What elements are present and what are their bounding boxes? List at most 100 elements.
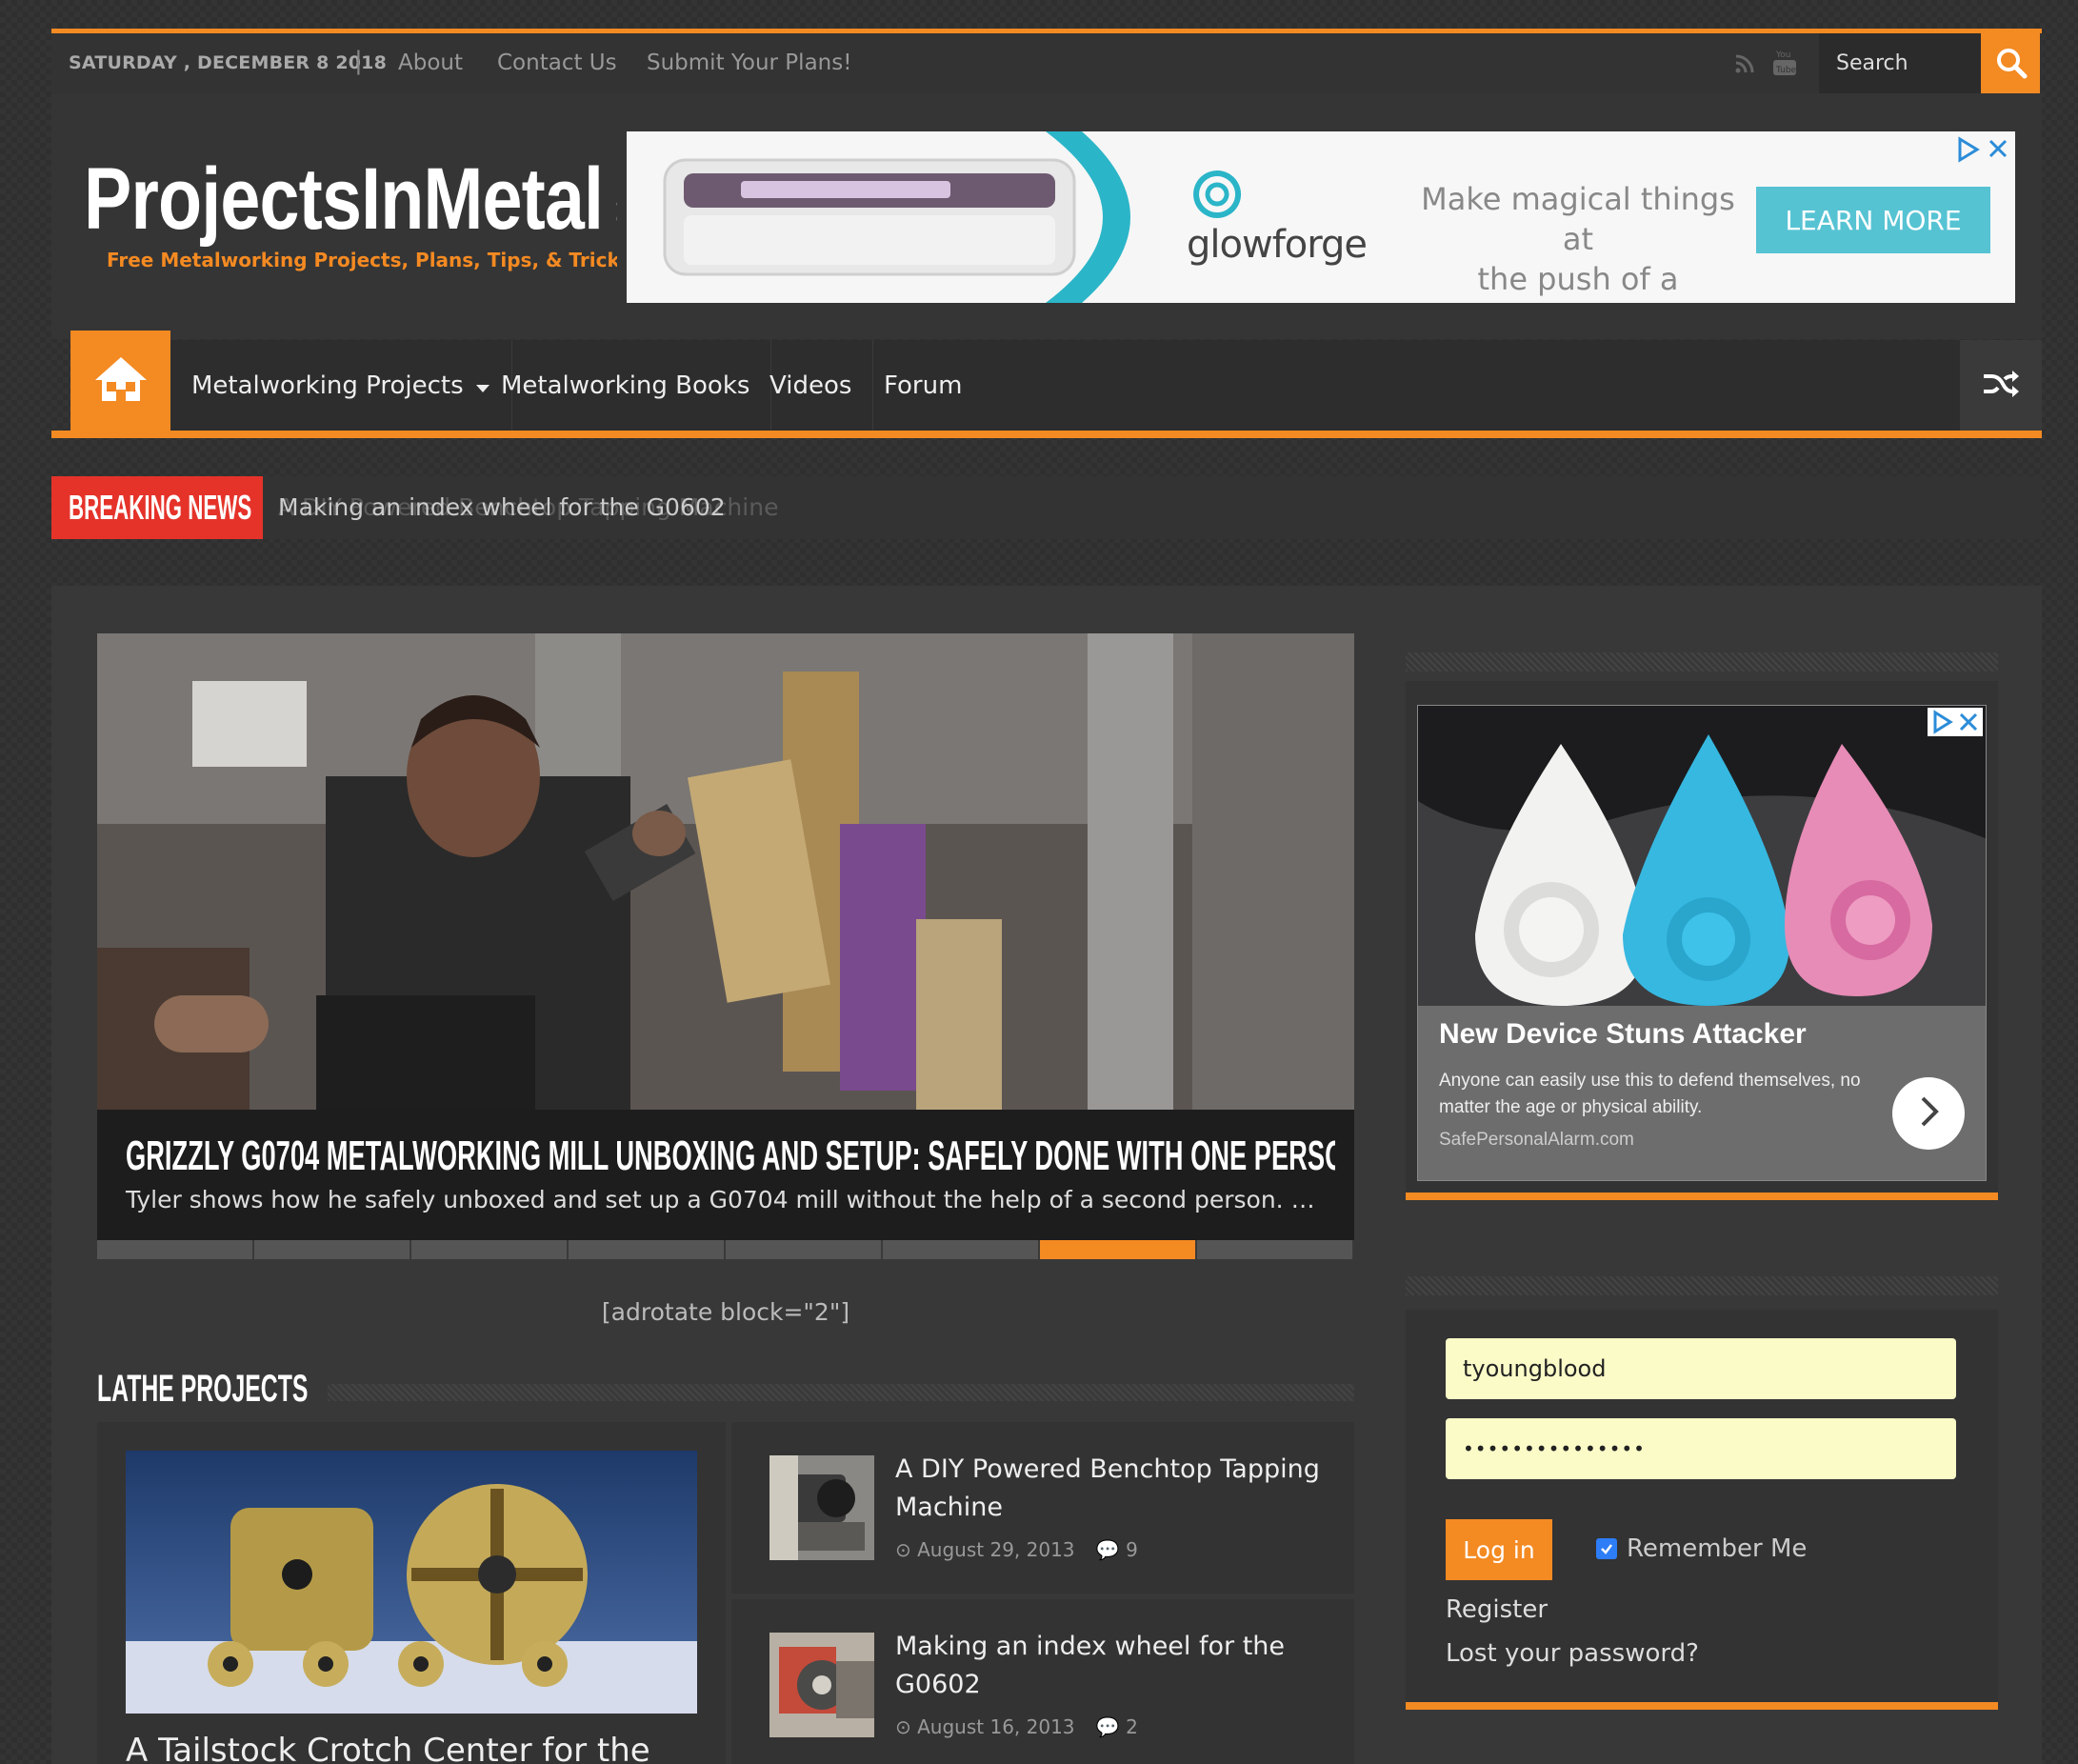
sidebar-ad-widget: New Device Stuns Attacker Anyone can eas… [1406,681,1998,1200]
username-field[interactable]: tyoungblood [1446,1338,1956,1399]
slider-dot[interactable] [1197,1240,1354,1259]
breaking-news-label-text: BREAKING NEWS [69,488,252,527]
nav-item-videos[interactable]: Videos [749,340,874,431]
top-link-contact[interactable]: Contact Us [497,50,617,75]
sidebar-widget-header [1406,652,1998,672]
ad-headline-line-1: Make magical things at [1421,181,1735,257]
nav-item-forum[interactable]: Forum [863,340,983,431]
lost-password-link[interactable]: Lost your password? [1446,1639,1699,1668]
date-divider: | [354,47,363,75]
adchoices-icon[interactable] [1954,135,1983,168]
slider-dot-active[interactable] [1040,1240,1197,1259]
remember-me-checkbox[interactable] [1596,1538,1617,1559]
post-meta: ⊙ August 29, 2013 💬 9 [895,1538,1138,1561]
search-input[interactable]: Search [1836,51,1908,75]
home-button[interactable] [70,331,170,431]
slider-dot[interactable] [569,1240,726,1259]
slide-title-wrap: GRIZZLY G0704 METALWORKING MILL UNBOXING… [126,1133,1335,1180]
top-banner-ad[interactable]: glowforge Make magical things at the pus… [627,131,2015,303]
youtube-icon[interactable]: You Tube [1771,47,1798,81]
featured-lathe-title[interactable]: A Tailstock Crotch Center for the [126,1732,650,1764]
list-item[interactable]: A DIY Powered Benchtop Tapping Machine ⊙… [731,1422,1354,1594]
breaking-news-bar: BREAKING NEWS A DIY Powered Benchtop Tap… [51,476,2042,539]
comments-icon: 💬 [1095,1715,1120,1738]
post-date: August 16, 2013 [917,1715,1075,1738]
rss-icon[interactable] [1733,52,1756,79]
post-title[interactable]: A DIY Powered Benchtop Tapping Machine [895,1451,1324,1527]
nav-item-label: Metalworking Projects [191,371,464,400]
search-box[interactable]: Search [1819,33,2040,93]
password-field[interactable]: ••••••••••••••• [1446,1418,1956,1479]
slide-title[interactable]: GRIZZLY G0704 METALWORKING MILL UNBOXING… [126,1133,1335,1180]
slider-dot[interactable] [411,1240,569,1259]
featured-lathe-post[interactable]: A Tailstock Crotch Center for the [97,1422,726,1764]
clock-icon: ⊙ [895,1715,911,1738]
sidebar-ad-next-button[interactable] [1892,1077,1965,1150]
slider-pagination [97,1240,1354,1259]
ad-headline-line-2: the push of a button. [1477,261,1679,303]
slide-caption-panel: GRIZZLY G0704 METALWORKING MILL UNBOXING… [97,1110,1354,1240]
featured-lathe-image[interactable] [126,1451,697,1714]
sidebar-widget-header [1406,1276,1998,1295]
register-link[interactable]: Register [1446,1595,1548,1624]
remember-me-label: Remember Me [1627,1534,1808,1563]
breaking-news-label: BREAKING NEWS [51,476,263,539]
home-icon [93,355,149,407]
top-link-submit-plans[interactable]: Submit Your Plans! [647,50,851,75]
slide-description: Tyler shows how he safely unboxed and se… [126,1186,1315,1213]
adrotate-shortcode: [adrotate block="2"] [601,1298,850,1326]
breaking-news-link[interactable]: Making an index wheel for the G0602 [278,493,726,521]
main-nav: Metalworking Projects Metalworking Books… [70,331,2042,431]
svg-text:.com: .com [610,189,617,251]
sidebar-ad-description: Anyone can easily use this to defend the… [1439,1071,1861,1117]
random-post-button[interactable] [1960,340,2042,431]
adchoices-icon[interactable] [1929,708,1956,740]
top-bar: SATURDAY , DECEMBER 8 2018 | About Conta… [51,29,2042,93]
post-date: August 29, 2013 [917,1538,1075,1561]
ad-headline: Make magical things at the push of a but… [1421,179,1735,303]
shuffle-icon [1982,369,2020,403]
slider-dot[interactable] [254,1240,411,1259]
post-meta: ⊙ August 16, 2013 💬 2 [895,1715,1138,1738]
close-ad-icon[interactable] [1956,709,1981,739]
clock-icon: ⊙ [895,1538,911,1561]
svg-text:ProjectsInMetal: ProjectsInMetal [84,150,603,248]
list-item[interactable]: Making an index wheel for the G0602 ⊙ Au… [731,1599,1354,1764]
comments-icon: 💬 [1095,1538,1120,1561]
lathe-post-list: A DIY Powered Benchtop Tapping Machine ⊙… [731,1422,1354,1764]
post-comment-count[interactable]: 2 [1126,1715,1138,1738]
slider-dot[interactable] [97,1240,254,1259]
slider-dot[interactable] [883,1240,1040,1259]
ad-controls [1928,708,1983,736]
search-button[interactable] [1981,33,2040,93]
close-ad-icon[interactable] [1985,135,2011,166]
sidebar-ad-url[interactable]: SafePersonalAlarm.com [1439,1130,1634,1151]
nav-accent-bar [51,431,2042,438]
sidebar-ad-title[interactable]: New Device Stuns Attacker [1439,1018,1807,1051]
slider-dot[interactable] [726,1240,883,1259]
nav-item-metalworking-books[interactable]: Metalworking Books [480,340,772,431]
top-link-about[interactable]: About [398,50,463,75]
site-logo[interactable]: ProjectsInMetal .com Free Metalworking P… [84,133,642,295]
nav-item-metalworking-projects[interactable]: Metalworking Projects [170,340,512,431]
svg-text:You: You [1775,50,1791,60]
login-button[interactable]: Log in [1446,1519,1552,1580]
ad-learn-more-button[interactable]: LEARN MORE [1756,187,1990,253]
slide-image[interactable] [97,633,1354,1110]
section-title-lathe-projects[interactable]: LATHE PROJECTS [97,1367,437,1411]
post-thumbnail[interactable] [769,1633,874,1737]
featured-slider[interactable] [97,633,1354,1110]
search-icon [1994,46,2028,84]
post-thumbnail[interactable] [769,1455,874,1560]
svg-text:Tube: Tube [1775,66,1797,75]
sidebar-ad[interactable]: New Device Stuns Attacker Anyone can eas… [1417,705,1987,1181]
remember-me[interactable]: Remember Me [1596,1534,1807,1563]
section-title-stripes [328,1384,1354,1401]
sidebar-ad-image[interactable] [1418,706,1987,1006]
ad-brand: glowforge [1187,223,1368,267]
login-widget: tyoungblood ••••••••••••••• Log in Remem… [1406,1310,1998,1710]
main-content: GRIZZLY G0704 METALWORKING MILL UNBOXING… [51,586,2042,1764]
post-comment-count[interactable]: 9 [1126,1538,1138,1561]
current-date: SATURDAY , DECEMBER 8 2018 [69,52,387,73]
post-title[interactable]: Making an index wheel for the G0602 [895,1628,1324,1704]
